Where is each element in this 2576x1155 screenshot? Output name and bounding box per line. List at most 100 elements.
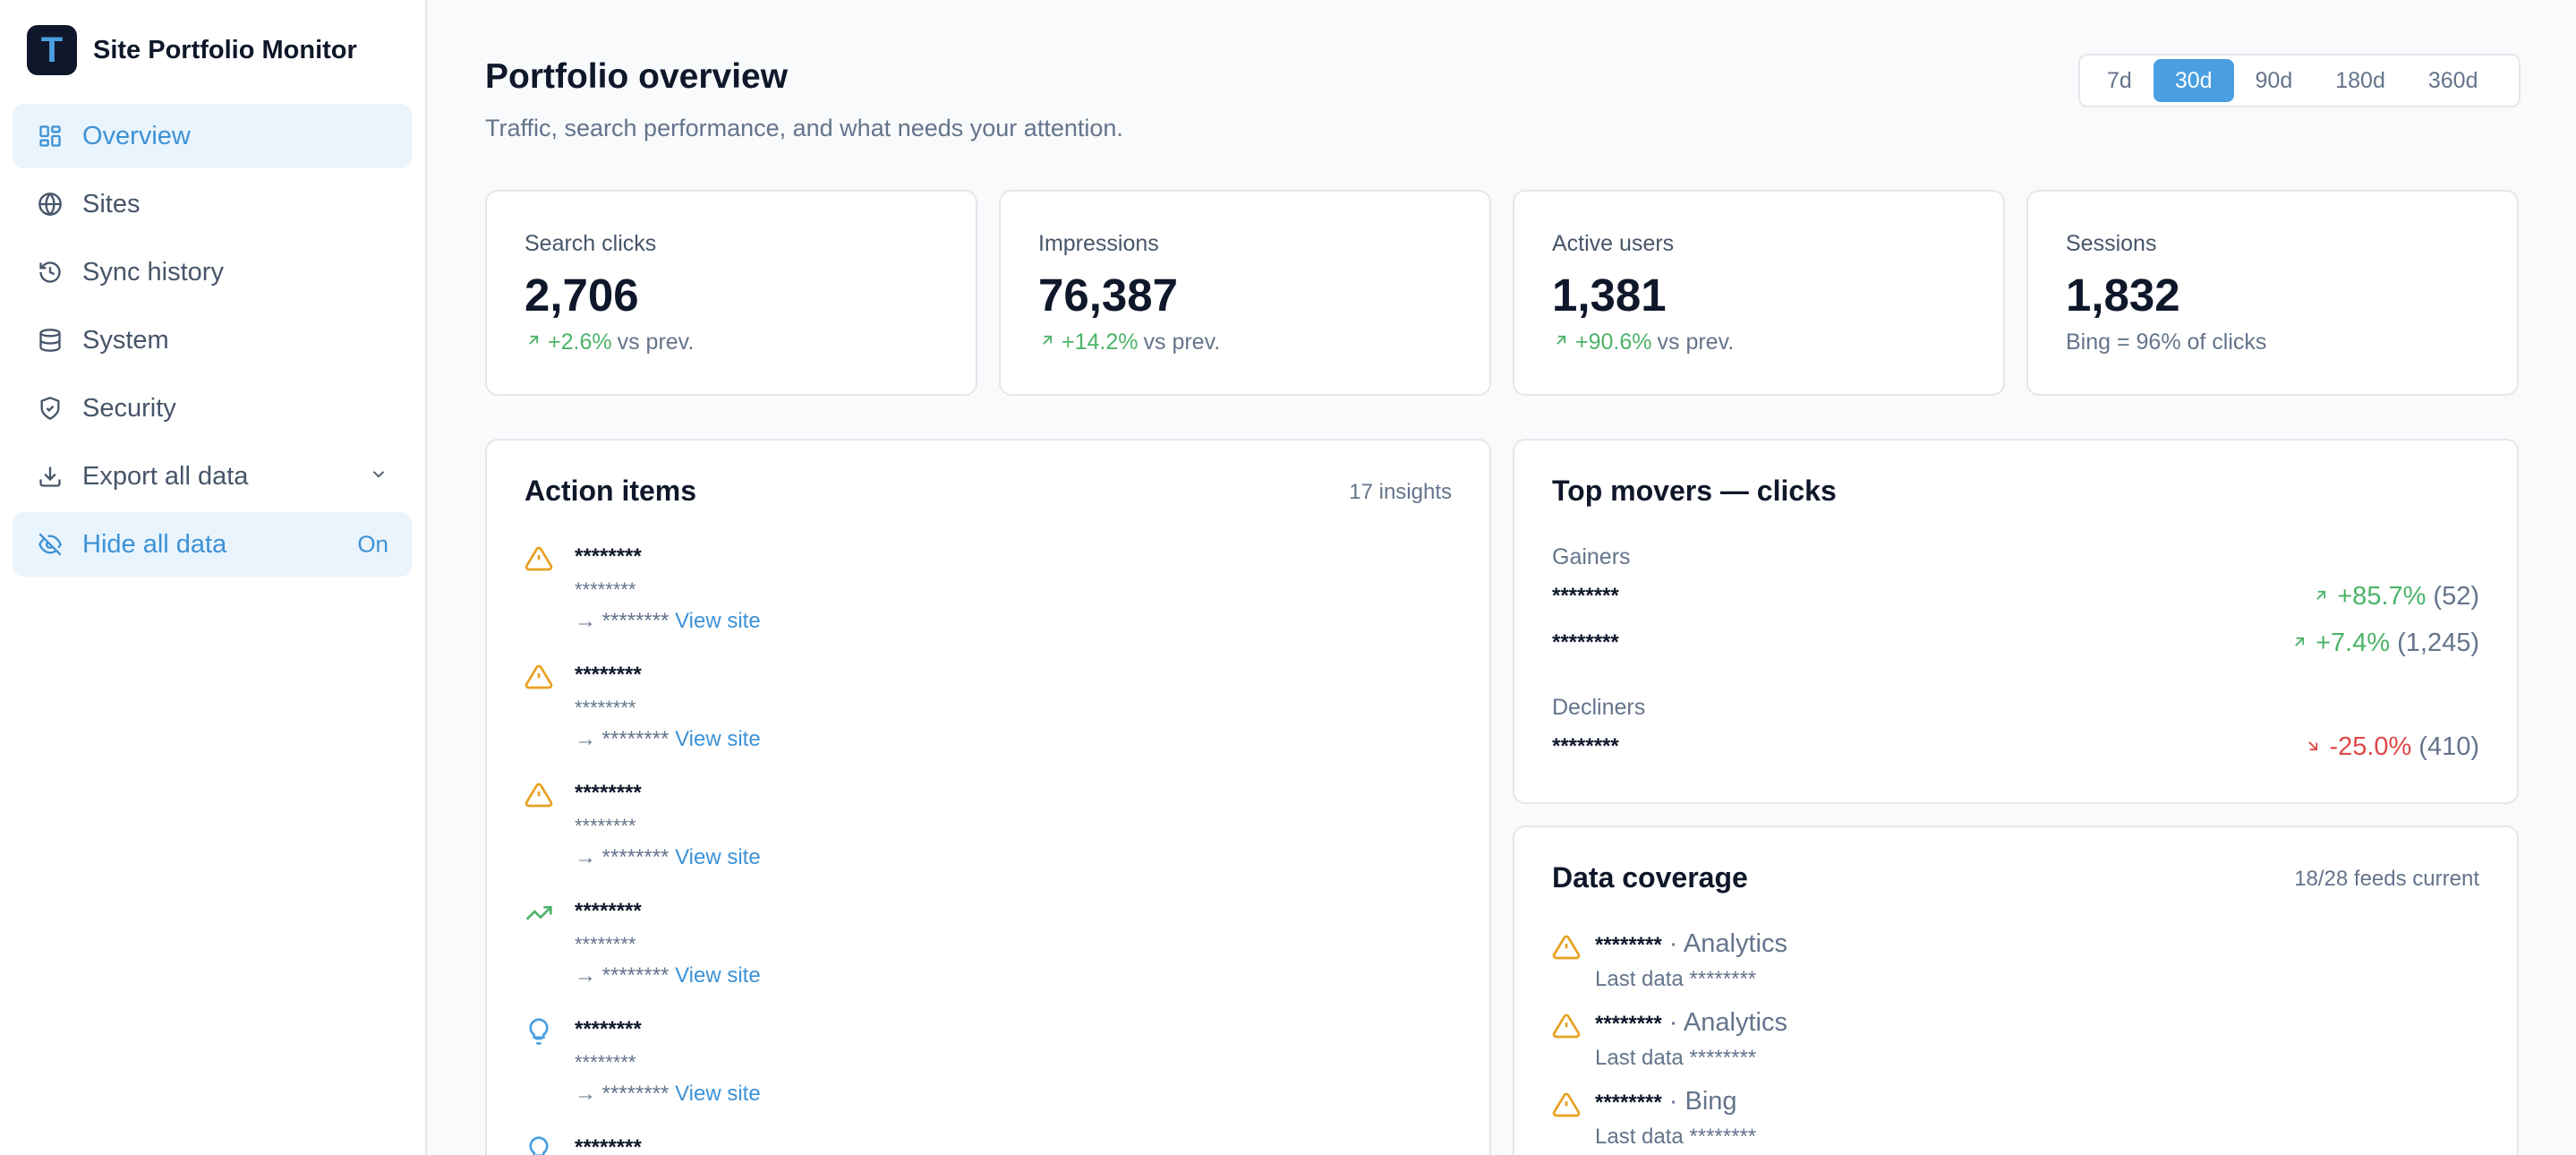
sidebar-item-security[interactable]: Security [13,376,412,441]
mover-site-name: ******** [1552,630,1619,654]
stat-label: Impressions [1038,231,1159,256]
action-items-card: Action items 17 insights ******** ******… [485,439,1491,1155]
action-item-title: ******** [575,899,642,923]
mover-row[interactable]: ******** -25.0% (410) [1552,731,2479,763]
sidebar-item-export-all-data[interactable]: Export all data [13,444,412,509]
coverage-last-data: Last data ******** [1595,1125,1757,1149]
stat-change: +2.6% vs prev. [525,329,694,355]
sidebar-item-sites[interactable]: Sites [13,172,412,236]
chevron-down-icon[interactable] [369,463,388,491]
warning-icon [525,544,553,573]
sidebar-item-hide-all-data[interactable]: Hide all data On [13,512,412,577]
database-icon [36,326,64,355]
action-item-target: → ******** View site [575,1082,761,1107]
view-site-link[interactable]: View site [675,609,761,633]
action-item-title: ******** [575,663,642,687]
view-site-link[interactable]: View site [675,963,761,988]
view-site-link[interactable]: View site [675,845,761,869]
action-item-target: → ******** View site [575,845,761,870]
mover-row[interactable]: ******** +85.7% (52) [1552,580,2479,612]
action-item-target: → ******** View site [575,609,761,634]
stat-change: +90.6% vs prev. [1552,329,1734,355]
insights-count: 17 insights [1349,480,1452,504]
coverage-source: · Analytics [1668,929,1787,958]
mover-change: +85.7% (52) [2312,582,2479,612]
range-90d-button[interactable]: 90d [2234,59,2315,102]
stat-change-suffix: vs prev. [1657,329,1735,355]
coverage-source: · Bing [1668,1087,1737,1116]
stat-label: Active users [1552,231,1675,256]
stat-note: Bing = 96% of clicks [2066,329,2267,355]
stat-value: 1,832 [2066,270,2180,321]
arrow-up-right-icon [1038,329,1056,355]
warning-icon [1552,1091,1581,1119]
mover-change: +7.4% (1,245) [2290,629,2479,658]
view-site-link[interactable]: View site [675,1082,761,1106]
sidebar-item-label: Overview [82,121,191,150]
sidebar-item-system[interactable]: System [13,308,412,372]
sidebar-item-sync-history[interactable]: Sync history [13,240,412,304]
mover-change-value: -25.0% [2329,732,2412,761]
action-item-description: ******** [575,578,636,601]
top-movers-title: Top movers — clicks [1552,475,1837,507]
sidebar: T Site Portfolio Monitor Overview Sites … [0,0,427,1155]
date-range-selector: 7d 30d 90d 180d 360d [2078,54,2521,107]
action-item-description: ******** [575,815,636,837]
coverage-site: ******** [1595,1091,1662,1115]
arrow-up-right-icon [525,329,542,355]
stat-change: +14.2% vs prev. [1038,329,1220,355]
range-30d-button[interactable]: 30d [2153,59,2234,102]
gainers-label: Gainers [1552,544,1631,569]
stat-value: 1,381 [1552,270,1667,321]
warning-icon [525,663,553,691]
action-item-title: ******** [575,1135,642,1155]
action-item-title: ******** [575,544,642,569]
stat-change-value: +90.6% [1575,329,1652,355]
action-item-description: ******** [575,697,636,719]
top-movers-card: Top movers — clicks Gainers ******** +85… [1513,439,2519,804]
page-title: Portfolio overview [485,57,789,96]
globe-icon [36,190,64,218]
sidebar-item-label: Sync history [82,257,224,287]
page-subtitle: Traffic, search performance, and what ne… [485,115,1123,141]
action-item-target: → ******** View site [575,963,761,988]
range-180d-button[interactable]: 180d [2314,59,2407,102]
app-logo: T [27,25,77,75]
hide-data-status: On [357,530,388,558]
stat-card-impressions: Impressions 76,387 +14.2% vs prev. [999,190,1491,396]
action-item-site: → ******** [575,845,670,869]
range-360d-button[interactable]: 360d [2407,59,2500,102]
coverage-last-data: Last data ******** [1595,1046,1757,1070]
action-item-description: ******** [575,933,636,955]
action-item-site: → ******** [575,609,670,633]
mover-click-count: (1,245) [2397,628,2479,657]
mover-row[interactable]: ******** +7.4% (1,245) [1552,627,2479,659]
stat-change-value: +14.2% [1062,329,1139,355]
warning-icon [1552,1012,1581,1040]
action-item-description: ******** [575,1051,636,1074]
action-item-title: ******** [575,781,642,805]
coverage-site: ******** [1595,1012,1662,1036]
view-site-link[interactable]: View site [675,727,761,751]
sidebar-item-label: System [82,325,169,355]
stat-card-sessions: Sessions 1,832 Bing = 96% of clicks [2026,190,2519,396]
mover-click-count: (410) [2418,732,2479,761]
coverage-last-data: Last data ******** [1595,967,1757,991]
feeds-current-count: 18/28 feeds current [2294,867,2479,891]
action-item-target: → ******** View site [575,727,761,752]
stat-card-active-users: Active users 1,381 +90.6% vs prev. [1513,190,2005,396]
sidebar-item-label: Hide all data [82,529,227,559]
action-items-title: Action items [525,475,697,507]
lightbulb-icon [525,1135,553,1155]
mover-site-name: ******** [1552,584,1619,608]
stat-card-search-clicks: Search clicks 2,706 +2.6% vs prev. [485,190,977,396]
brand[interactable]: T Site Portfolio Monitor [27,25,357,75]
arrow-up-right-icon [1552,329,1570,355]
coverage-source: · Analytics [1668,1008,1787,1037]
sidebar-item-overview[interactable]: Overview [13,104,412,168]
arrow-up-right-icon [2290,629,2308,658]
decliners-label: Decliners [1552,695,1646,720]
sidebar-nav: Overview Sites Sync history System Secur… [13,104,412,580]
sidebar-item-label: Security [82,393,176,423]
range-7d-button[interactable]: 7d [2086,59,2154,102]
